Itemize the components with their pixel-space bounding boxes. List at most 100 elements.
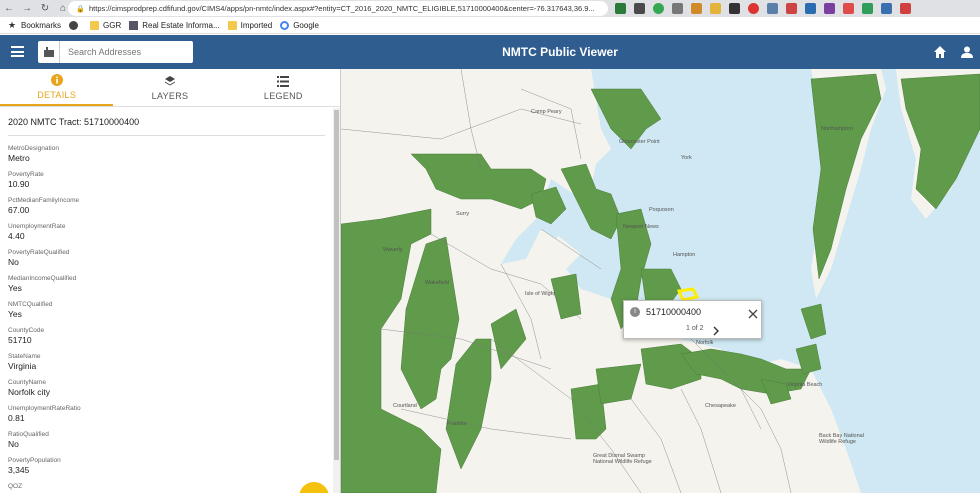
back-icon[interactable]: ← <box>0 3 18 14</box>
home-icon[interactable] <box>933 45 947 59</box>
popup-title: 51710000400 <box>646 307 702 317</box>
attribute-value: 51710 <box>8 335 32 345</box>
extension-icon[interactable] <box>748 3 759 14</box>
extension-icon[interactable] <box>843 3 854 14</box>
attribute-name: PovertyRate <box>8 171 44 178</box>
attribute-value: 3,345 <box>8 465 30 475</box>
attribute-name: StateName <box>8 353 41 360</box>
address-bar[interactable]: 🔒 https://cimsprodprep.cdfifund.gov/CIMS… <box>68 1 608 16</box>
bookmarks-bar: ★ Bookmarks GGR Real Estate Informa... I… <box>0 17 980 34</box>
attribute-name: CountyName <box>8 379 46 386</box>
map-place-label: Virginia Beach <box>787 382 823 388</box>
attribute-name: PovertyRateQualified <box>8 249 70 256</box>
map-place-label: Isle of Wight <box>525 291 556 297</box>
app-header: NMTC Public Viewer <box>0 35 980 69</box>
scrollbar-thumb[interactable] <box>334 110 339 460</box>
extension-icon[interactable] <box>634 3 645 14</box>
attribute-row: UnemploymentRate 4.40 <box>8 222 325 248</box>
forward-icon[interactable]: → <box>18 3 36 14</box>
extension-icon[interactable] <box>710 3 721 14</box>
reload-icon[interactable]: ↻ <box>36 3 54 14</box>
star-icon: ★ <box>8 19 17 30</box>
bookmark-item[interactable] <box>69 20 82 30</box>
extension-bar <box>615 3 911 14</box>
attribute-name: MetroDesignation <box>8 145 59 152</box>
extension-icon[interactable] <box>900 3 911 14</box>
info-circle-icon <box>50 73 63 87</box>
map-place-label: Courtland <box>393 403 417 409</box>
attribute-row: PctMedianFamilyIncome 67.00 <box>8 196 325 222</box>
extension-icon[interactable] <box>691 3 702 14</box>
extension-icon[interactable] <box>805 3 816 14</box>
map-place-label: Camp Peary <box>531 109 562 115</box>
bookmark-label: Google <box>293 20 319 30</box>
map-place-label: Gloucester Point <box>619 139 660 145</box>
map-place-label: Hampton <box>673 252 696 258</box>
extension-icon[interactable] <box>862 3 873 14</box>
bookmark-item[interactable]: Real Estate Informa... <box>129 20 220 30</box>
attribute-name: PctMedianFamilyIncome <box>8 197 80 204</box>
map-place-label: Chesapeake <box>705 403 736 409</box>
attribute-row: PovertyRate 10.90 <box>8 170 325 196</box>
qualified-tract <box>410 153 547 210</box>
qualified-tract <box>490 308 527 370</box>
tab-legend[interactable]: LEGEND <box>227 69 340 106</box>
extension-icon[interactable] <box>653 3 664 14</box>
bookmark-item[interactable]: Google <box>280 20 319 30</box>
google-icon <box>280 20 290 30</box>
attribute-row: CountyName Norfolk city <box>8 378 325 404</box>
qualified-tract <box>445 338 492 470</box>
attribute-row: CountyCode 51710 <box>8 326 325 352</box>
attribute-row: StateName Virginia <box>8 352 325 378</box>
tab-label: LAYERS <box>151 91 189 101</box>
browser-toolbar: ← → ↻ ⌂ 🔒 https://cimsprodprep.cdfifund.… <box>0 0 980 17</box>
map-place-label: Norfolk <box>696 340 714 346</box>
attribute-value: 4.40 <box>8 231 25 241</box>
details-scrollbar[interactable] <box>333 108 340 493</box>
extension-icon[interactable] <box>767 3 778 14</box>
attribute-row: MetroDesignation Metro <box>8 144 325 170</box>
map-place-label: Waverly <box>383 247 403 253</box>
extension-icon[interactable] <box>881 3 892 14</box>
attribute-value: No <box>8 439 19 449</box>
layers-icon <box>164 74 176 88</box>
attribute-name: UnemploymentRateRatio <box>8 405 81 412</box>
close-icon[interactable] <box>748 306 758 319</box>
chevron-right-icon[interactable] <box>712 323 720 336</box>
map-view[interactable]: Surry Waverly Wakefield Isle of Wight Courtl… <box>341 69 980 493</box>
extension-icon[interactable] <box>786 3 797 14</box>
tract-title: 2020 NMTC Tract: 51710000400 <box>8 108 325 136</box>
map-place-label: Poquoson <box>649 207 674 213</box>
bookmark-label: Real Estate Informa... <box>142 20 220 30</box>
tab-label: DETAILS <box>37 90 77 100</box>
extension-icon[interactable] <box>615 3 626 14</box>
attribute-value: Metro <box>8 153 30 163</box>
url-text: https://cimsprodprep.cdfifund.gov/CIMS4/… <box>89 4 595 13</box>
map-place-label: Newport News <box>623 224 659 230</box>
attribute-value: 67.00 <box>8 205 30 215</box>
map-place-label: Franklin <box>447 421 467 427</box>
attribute-row: NMTCQualified Yes <box>8 300 325 326</box>
attribute-name: UnemploymentRate <box>8 223 66 230</box>
attribute-row: UnemploymentRateRatio 0.81 <box>8 404 325 430</box>
extension-icon[interactable] <box>729 3 740 14</box>
app-title: NMTC Public Viewer <box>502 45 618 59</box>
map-place-label: Northampton <box>821 126 853 132</box>
attribute-name: CountyCode <box>8 327 45 334</box>
tab-label: LEGEND <box>263 91 303 101</box>
bookmark-item[interactable]: Imported <box>227 20 272 30</box>
extension-icon[interactable] <box>672 3 683 14</box>
bookmark-item[interactable]: ★ Bookmarks <box>8 19 61 30</box>
lock-icon: 🔒 <box>76 5 85 13</box>
attribute-name: RatioQualified <box>8 431 49 438</box>
extension-icon[interactable] <box>824 3 835 14</box>
tab-layers[interactable]: LAYERS <box>113 69 226 106</box>
bookmark-item[interactable]: GGR <box>90 20 121 30</box>
user-icon[interactable] <box>960 45 974 59</box>
map-place-label: Wakefield <box>425 280 449 286</box>
attribute-name: NMTCQualified <box>8 301 53 308</box>
folder-icon <box>227 20 237 30</box>
attribute-value: Norfolk city <box>8 387 51 397</box>
info-icon: i <box>630 307 640 317</box>
tab-details[interactable]: DETAILS <box>0 69 114 106</box>
